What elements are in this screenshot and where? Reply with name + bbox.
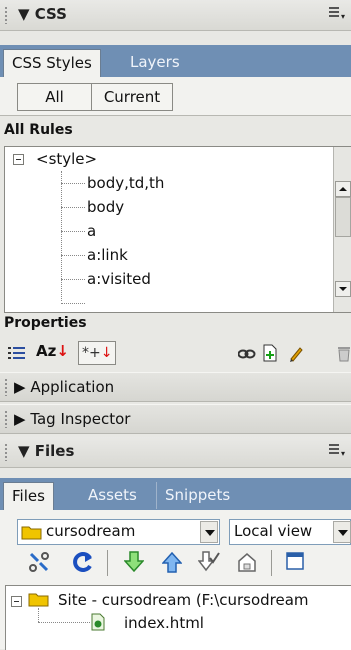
css-panel-title[interactable]: ▼ CSS	[18, 5, 67, 23]
rule-item[interactable]: a	[87, 219, 96, 243]
edit-style-icon[interactable]	[288, 344, 304, 366]
file-tree[interactable]: Site - cursodream (F:\cursodream index.h…	[5, 585, 351, 650]
get-arrow-icon[interactable]	[123, 550, 145, 578]
css-panel-title-text: CSS	[34, 5, 67, 23]
connect-icon[interactable]	[28, 551, 50, 577]
az-text: Az	[36, 342, 57, 360]
files-panel-title[interactable]: ▼ Files	[18, 442, 74, 460]
application-title-text: Application	[30, 378, 115, 396]
tab-layers[interactable]: Layers	[122, 49, 188, 76]
toolbar-separator	[107, 550, 108, 576]
star-text: *+	[82, 345, 101, 361]
application-panel-header[interactable]: ▶ Application	[0, 372, 351, 402]
file-item[interactable]: index.html	[124, 611, 204, 635]
check-out-icon[interactable]	[197, 550, 220, 578]
panel-grip-icon[interactable]	[4, 443, 8, 461]
new-css-rule-icon[interactable]	[262, 344, 278, 366]
all-button[interactable]: All	[17, 83, 92, 111]
html-file-icon	[91, 613, 105, 631]
application-panel-title[interactable]: ▶ Application	[14, 378, 114, 396]
tag-inspector-title-text: Tag Inspector	[30, 410, 131, 428]
divider	[0, 115, 351, 116]
set-properties-view-icon[interactable]: *+↓	[78, 341, 117, 365]
folder-icon	[21, 526, 42, 540]
rules-scrollbar[interactable]	[333, 147, 351, 312]
files-content: cursodream Local view Site - cursodream …	[0, 510, 351, 650]
rule-item[interactable]: a:link	[87, 243, 128, 267]
view-select-value: Local view	[234, 522, 313, 540]
az-list-view-icon[interactable]: Az↓	[36, 342, 69, 360]
scroll-thumb[interactable]	[335, 197, 351, 237]
tab-css-styles[interactable]: CSS Styles	[3, 49, 101, 77]
all-rules-label: All Rules	[4, 122, 73, 138]
site-folder-icon	[28, 593, 49, 607]
attach-style-sheet-icon[interactable]	[237, 346, 256, 364]
mode-button-area: All Current	[0, 77, 351, 115]
tag-inspector-panel-header[interactable]: ▶ Tag Inspector	[0, 404, 351, 434]
tree-line	[61, 171, 62, 301]
current-button[interactable]: Current	[91, 83, 173, 111]
site-root-item[interactable]: Site - cursodream (F:\cursodream	[58, 588, 309, 612]
rule-item[interactable]: body	[87, 195, 124, 219]
site-select[interactable]: cursodream	[17, 519, 220, 545]
properties-toolbar: Az↓ *+↓	[0, 339, 351, 369]
scroll-down-icon[interactable]	[335, 281, 351, 297]
tab-assets[interactable]: Assets	[80, 482, 145, 509]
files-panel-header[interactable]: ▼ Files ▾	[0, 437, 351, 468]
tree-line	[61, 279, 85, 280]
category-view-icon[interactable]	[8, 345, 28, 365]
delete-css-rule-icon[interactable]	[337, 344, 351, 366]
view-select[interactable]: Local view	[229, 519, 351, 545]
tree-line	[61, 231, 85, 232]
tab-files[interactable]: Files	[3, 482, 54, 510]
tree-line	[38, 622, 90, 623]
scroll-up-icon[interactable]	[335, 181, 351, 197]
panel-grip-icon[interactable]	[4, 410, 8, 428]
toolbar-separator	[271, 550, 272, 576]
tree-line	[61, 255, 85, 256]
files-tabs-strip: Files Assets Snippets	[0, 478, 351, 510]
chevron-down-icon[interactable]	[333, 521, 351, 543]
rule-item[interactable]: <style>	[36, 147, 97, 171]
panel-grip-icon[interactable]	[4, 378, 8, 396]
options-menu-icon[interactable]: ▾	[329, 7, 345, 21]
refresh-icon[interactable]	[72, 550, 94, 580]
files-panel-title-text: Files	[34, 442, 75, 460]
collapse-icon[interactable]	[11, 596, 22, 607]
site-select-value: cursodream	[46, 522, 136, 540]
check-in-icon[interactable]	[236, 551, 258, 577]
rule-item[interactable]: body,td,th	[87, 171, 164, 195]
tree-line	[61, 183, 85, 184]
tree-line	[61, 207, 85, 208]
rules-tree[interactable]: <style> body,td,th body a a:link a:visit…	[4, 146, 351, 313]
rule-item[interactable]: a:visited	[87, 267, 151, 291]
tag-inspector-panel-title[interactable]: ▶ Tag Inspector	[14, 410, 130, 428]
expand-icon[interactable]	[286, 552, 304, 574]
css-tabs-strip: CSS Styles Layers	[0, 45, 351, 77]
tab-snippets[interactable]: Snippets	[156, 482, 238, 509]
css-panel-header[interactable]: ▼ CSS ▾	[0, 0, 351, 31]
panel-grip-icon[interactable]	[4, 6, 8, 24]
put-arrow-icon[interactable]	[161, 550, 183, 578]
collapse-icon[interactable]	[13, 154, 24, 165]
tree-line	[61, 303, 85, 304]
properties-label: Properties	[4, 315, 87, 331]
chevron-down-icon[interactable]	[200, 521, 218, 543]
tree-line	[38, 608, 39, 622]
options-menu-icon[interactable]: ▾	[329, 444, 345, 458]
